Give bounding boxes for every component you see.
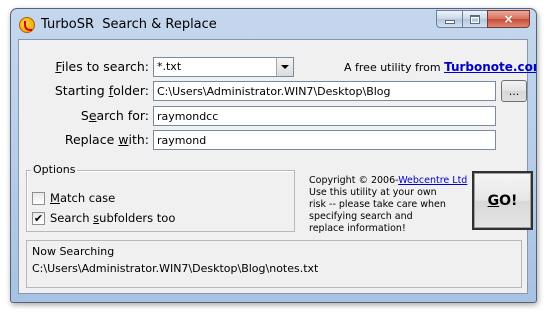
- title-bar[interactable]: TurboSR Search & Replace ×: [11, 9, 536, 39]
- minimize-icon: [444, 20, 455, 24]
- browse-folder-button[interactable]: ...: [501, 80, 527, 102]
- files-to-search-value: *.txt: [157, 60, 182, 73]
- replace-with-field[interactable]: [153, 130, 496, 150]
- close-icon: ×: [503, 12, 514, 26]
- copyright-notice: Copyright © 2006-Webcentre Ltd Use this …: [309, 175, 468, 234]
- search-for-label: Search for:: [80, 108, 149, 123]
- webcentre-link[interactable]: Webcentre Ltd: [398, 175, 467, 186]
- minimize-button[interactable]: [436, 10, 462, 28]
- search-subfolders-checkbox[interactable]: ✔: [32, 211, 45, 225]
- go-button[interactable]: G O!: [472, 171, 533, 230]
- app-window: TurboSR Search & Replace × Files to sear…: [10, 8, 537, 303]
- match-case-checkbox[interactable]: [32, 191, 45, 205]
- caption-buttons: ×: [436, 10, 530, 29]
- window-title: TurboSR Search & Replace: [41, 17, 217, 32]
- match-case-label: Match case: [50, 191, 116, 205]
- maximize-button[interactable]: [462, 10, 487, 28]
- replace-with-label: Replace with:: [64, 132, 149, 147]
- search-subfolders-checkbox-row[interactable]: ✔ Search subfolders too: [32, 211, 175, 225]
- turbosr-app-icon[interactable]: [19, 17, 35, 33]
- close-button[interactable]: ×: [487, 10, 530, 28]
- starting-folder-field[interactable]: [153, 81, 496, 101]
- files-to-search-combo[interactable]: *.txt: [153, 57, 294, 77]
- utility-credit: A free utility from Turbonote.com: [344, 60, 536, 74]
- status-title: Now Searching: [32, 245, 115, 258]
- search-for-field[interactable]: [153, 106, 496, 126]
- status-current-file: C:\Users\Administrator.WIN7\Desktop\Blog…: [32, 262, 319, 275]
- chevron-down-icon[interactable]: [276, 58, 293, 76]
- match-case-checkbox-row[interactable]: Match case: [32, 191, 115, 205]
- turbonote-link[interactable]: Turbonote.com: [444, 60, 536, 74]
- files-to-search-label: Files to search:: [55, 59, 149, 74]
- search-subfolders-label: Search subfolders too: [50, 211, 176, 225]
- client-area: Files to search: *.txt A free utility fr…: [18, 39, 536, 294]
- maximize-icon: [470, 14, 480, 24]
- starting-folder-label: Starting folder:: [54, 83, 149, 98]
- options-legend: Options: [31, 163, 78, 176]
